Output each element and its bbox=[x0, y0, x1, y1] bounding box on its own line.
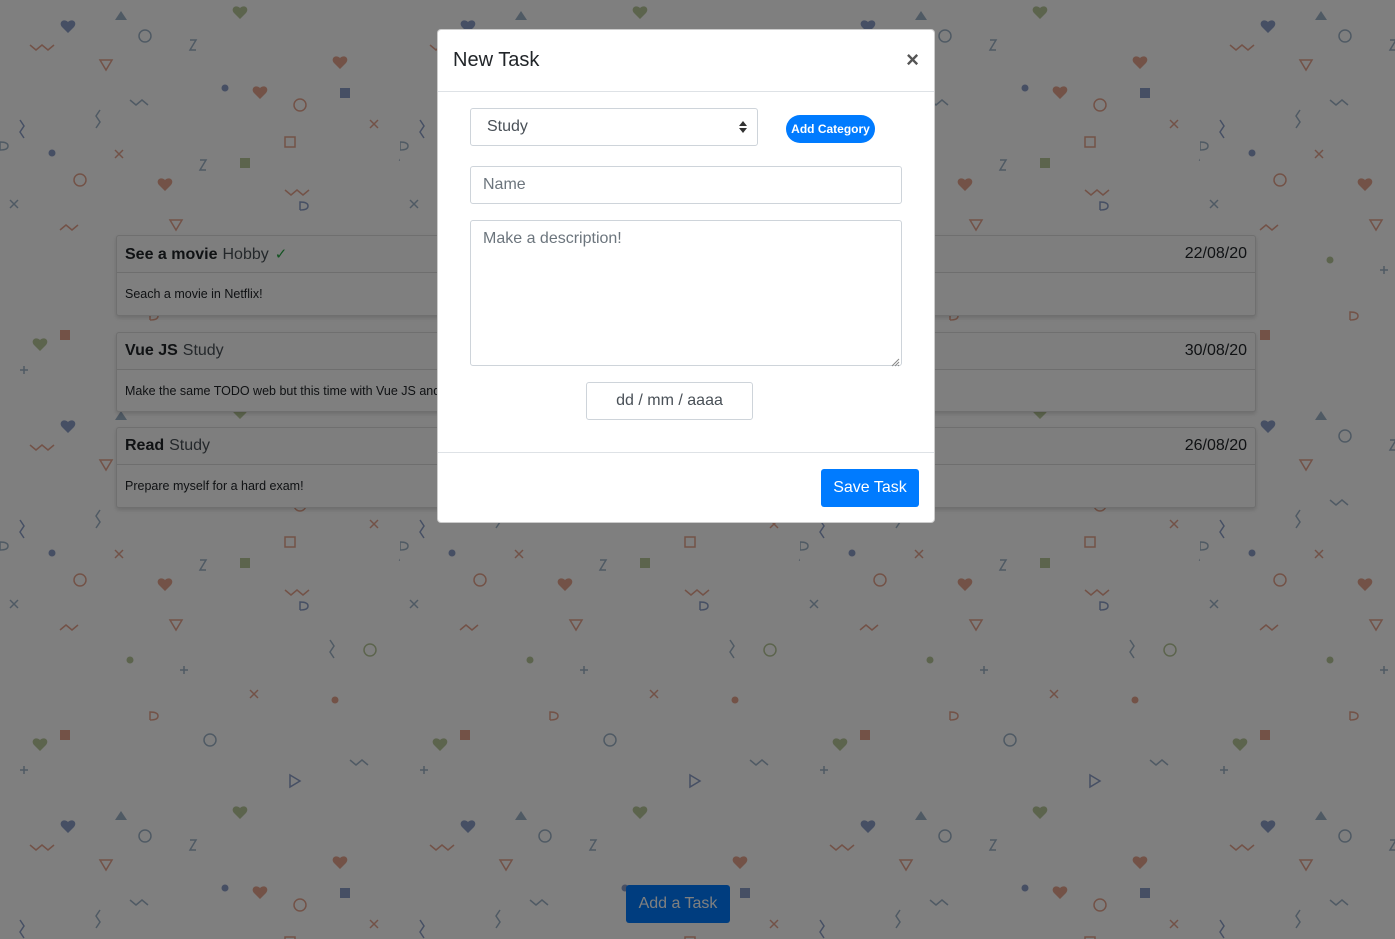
modal-header: New Task × bbox=[438, 30, 934, 92]
save-task-button[interactable]: Save Task bbox=[821, 469, 919, 507]
close-icon[interactable]: × bbox=[906, 48, 919, 71]
modal-body: Study Add Category Name Make a descripti… bbox=[438, 92, 934, 453]
category-select-value: Study bbox=[487, 118, 528, 135]
add-category-button[interactable]: Add Category bbox=[786, 115, 875, 143]
description-textarea[interactable]: Make a description! bbox=[470, 220, 902, 366]
date-input[interactable]: dd / mm / aaaa bbox=[586, 382, 753, 420]
resize-handle-icon[interactable] bbox=[890, 354, 900, 367]
modal-title: New Task bbox=[453, 49, 540, 71]
category-select[interactable]: Study bbox=[470, 108, 758, 146]
sort-caret-icon bbox=[739, 121, 747, 133]
new-task-modal: New Task × Study Add Category Name Make … bbox=[437, 29, 935, 523]
modal-footer: Save Task bbox=[438, 453, 934, 523]
name-input[interactable]: Name bbox=[470, 166, 902, 204]
